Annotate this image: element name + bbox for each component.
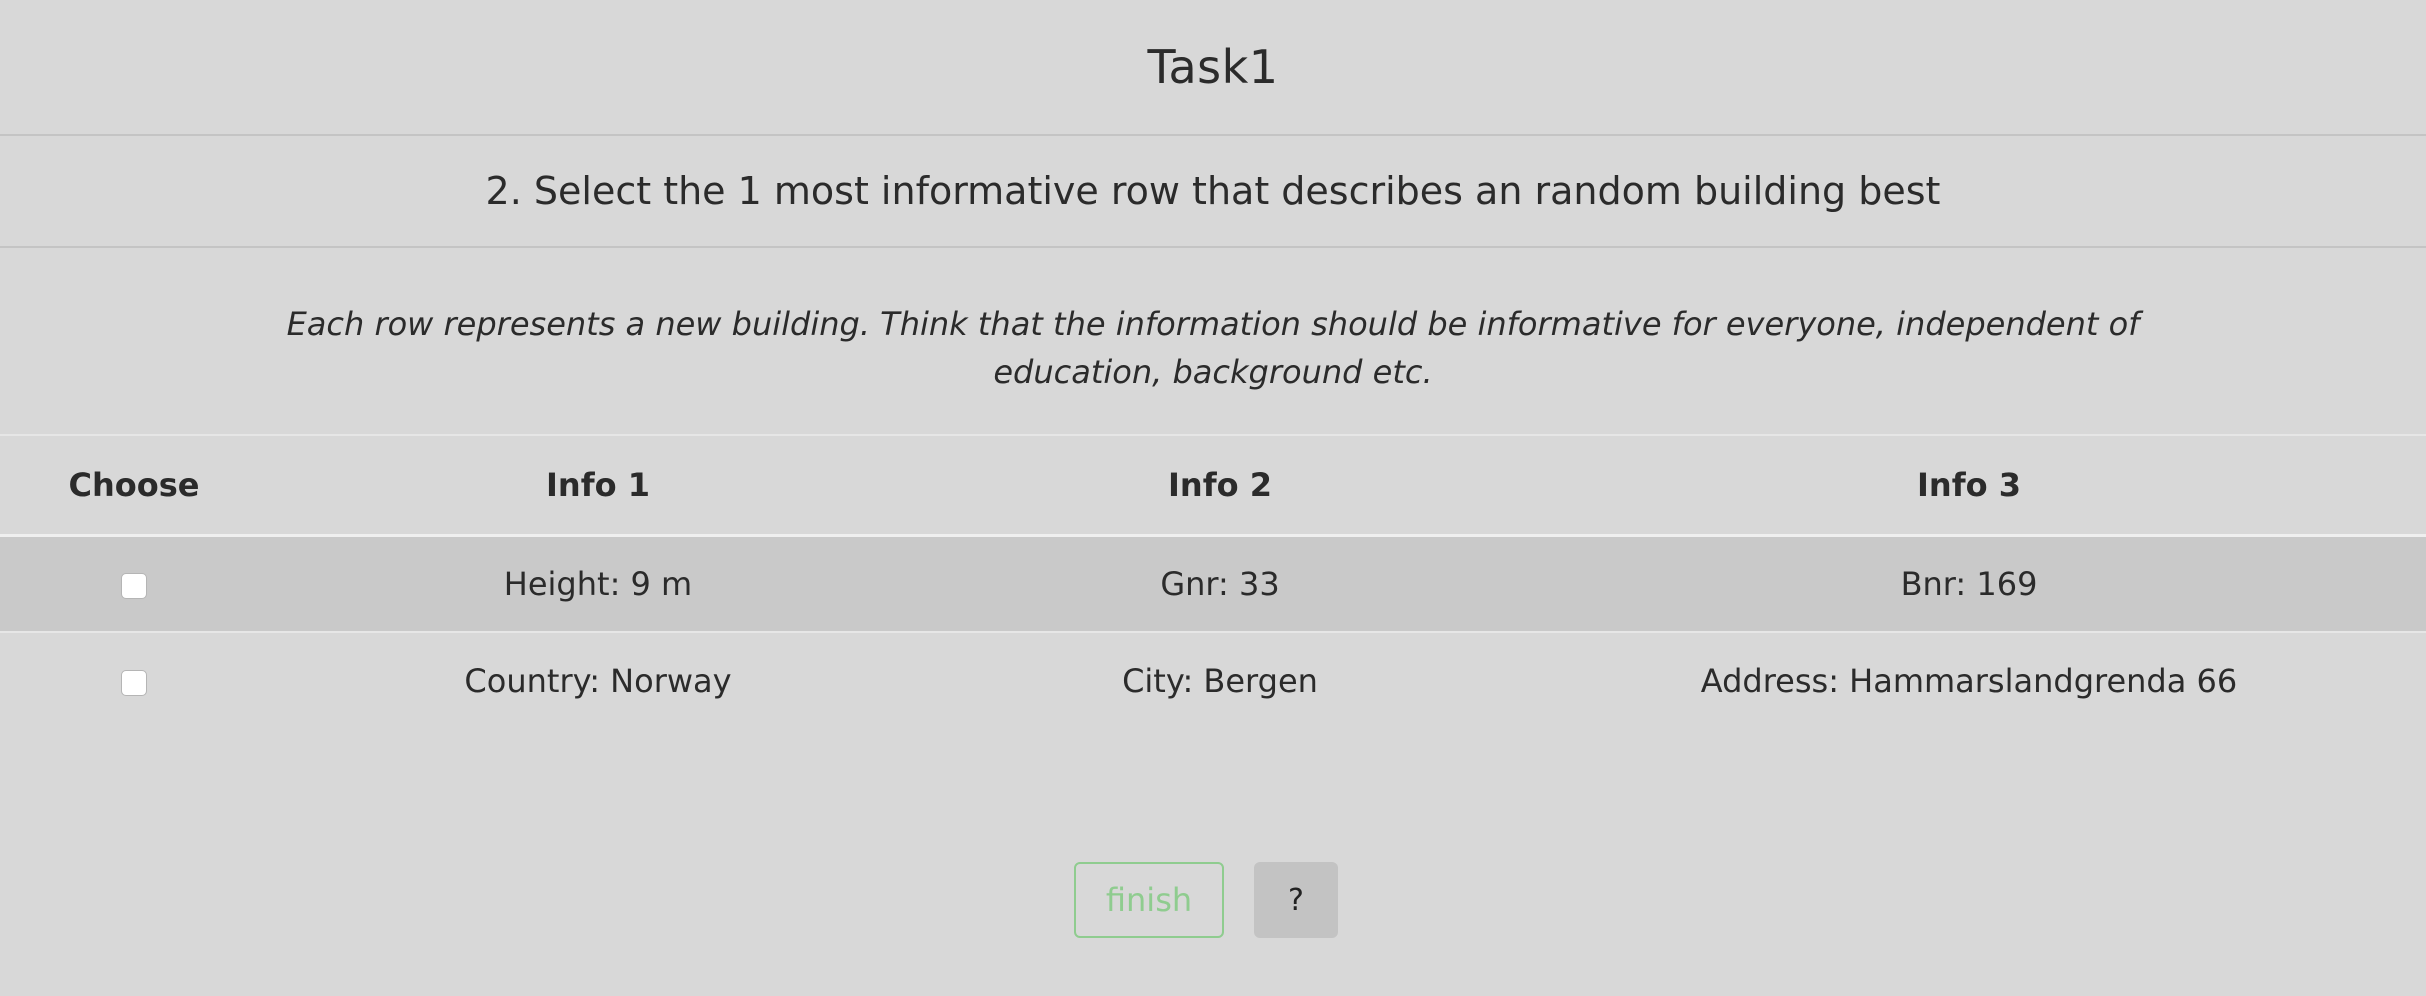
header-info-2: Info 2: [1168, 465, 1272, 504]
info-2-cell: Gnr: 33: [1160, 564, 1280, 603]
info-3-cell: Bnr: 169: [1900, 564, 2038, 603]
table-row: Country: Norway City: Bergen Address: Ha…: [0, 632, 2426, 729]
title-bar: Task1: [0, 0, 2426, 136]
info-1-cell: Country: Norway: [464, 662, 732, 700]
info-1-cell: Height: 9 m: [503, 564, 693, 603]
help-button[interactable]: ?: [1254, 862, 1338, 938]
header-info-1: Info 1: [546, 465, 650, 504]
page-title: Task1: [1147, 40, 1279, 94]
header-choose: Choose: [68, 465, 200, 504]
choose-cell: [0, 535, 268, 632]
question-heading: 2. Select the 1 most informative row tha…: [485, 169, 1941, 213]
choices-table: Choose Info 1 Info 2 Info 3 Height: 9 m …: [0, 434, 2426, 729]
question-bar: 2. Select the 1 most informative row tha…: [0, 136, 2426, 248]
action-buttons: finish ?: [1074, 862, 1338, 938]
finish-button[interactable]: finish: [1074, 862, 1224, 938]
table-row: Height: 9 m Gnr: 33 Bnr: 169: [0, 535, 2426, 632]
choose-cell: [0, 632, 268, 729]
row-checkbox[interactable]: [121, 572, 147, 599]
instructions-text: Each row represents a new building. Thin…: [286, 305, 2140, 391]
table-header-row: Choose Info 1 Info 2 Info 3: [0, 435, 2426, 535]
row-checkbox[interactable]: [121, 670, 147, 696]
info-3-cell: Address: Hammarslandgrenda 66: [1700, 662, 2238, 700]
info-2-cell: City: Bergen: [1122, 662, 1318, 700]
header-info-3: Info 3: [1917, 465, 2021, 504]
